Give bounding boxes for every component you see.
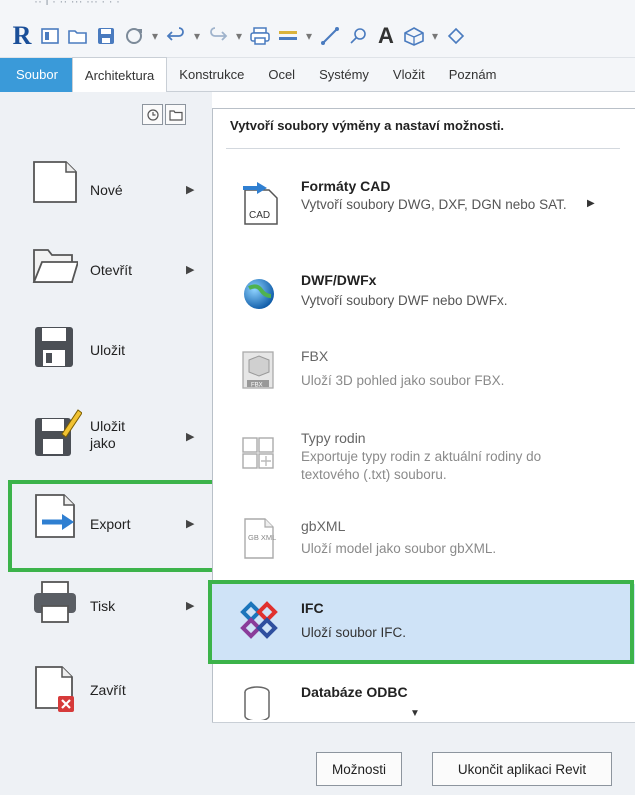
3d-view-icon[interactable]: [402, 24, 426, 48]
save-disk-icon: [32, 324, 78, 376]
revit-logo-icon[interactable]: R: [10, 21, 34, 50]
dwf-title: DWF/DWFx: [301, 272, 377, 288]
family-types-icon: [239, 434, 279, 474]
undo-dropdown-icon[interactable]: ▾: [192, 24, 202, 48]
menu-item-new-label: Nové: [90, 182, 123, 198]
menu-item-open-label: Otevřít: [90, 262, 133, 278]
tab-konstrukce[interactable]: Konstrukce: [167, 58, 256, 92]
ifc-highlight-frame: [208, 580, 634, 664]
exit-revit-button[interactable]: Ukončit aplikaci Revit: [432, 752, 612, 786]
section-icon[interactable]: [444, 24, 468, 48]
gbxml-file-icon: GB XML: [239, 516, 279, 559]
menu-item-save-as[interactable]: Uložit jako ▶: [0, 394, 212, 476]
submenu-item-dwf[interactable]: DWF/DWFx Vytvoří soubory DWF nebo DWFx.: [213, 260, 633, 330]
recent-documents-toggle: [142, 104, 186, 125]
chevron-right-icon: ▶: [186, 264, 195, 276]
fbx-title: FBX: [301, 348, 329, 364]
save-as-icon: [32, 406, 83, 458]
text-icon[interactable]: A: [374, 23, 398, 48]
fbx-icon-text: FBX: [251, 383, 263, 389]
new-document-icon: [32, 160, 78, 212]
home-icon[interactable]: [38, 24, 62, 48]
fbx-desc: Uloží 3D pohled jako soubor FBX.: [301, 373, 505, 388]
chevron-right-icon: ▶: [186, 600, 195, 612]
submenu-item-odbc[interactable]: Databáze ODBC: [213, 672, 633, 720]
menu-item-save[interactable]: Uložit: [0, 312, 212, 394]
cad-file-icon: CAD: [239, 178, 279, 225]
tag-icon[interactable]: [346, 24, 370, 48]
measure-dropdown-icon[interactable]: ▾: [304, 24, 314, 48]
recent-documents-icon[interactable]: [142, 104, 163, 125]
gbxml-desc: Uloží model jako soubor gbXML.: [301, 541, 497, 556]
tab-vlozit[interactable]: Vložit: [381, 58, 437, 92]
menu-item-save-as-label: Uložit jako: [90, 418, 126, 451]
gbxml-title: gbXML: [301, 518, 346, 534]
ribbon-tabs: Soubor Architektura Konstrukce Ocel Syst…: [0, 56, 635, 93]
fbx-file-icon: FBX: [239, 348, 279, 389]
tab-ocel[interactable]: Ocel: [256, 58, 307, 92]
menu-item-print-label: Tisk: [90, 598, 116, 614]
chevron-right-icon: ▶: [587, 198, 595, 209]
export-highlight-frame: [8, 480, 218, 572]
aligned-dimension-icon[interactable]: [318, 24, 342, 48]
submenu-item-family-types[interactable]: Typy rodin Exportuje typy rodin z aktuál…: [213, 420, 633, 496]
printer-icon: [32, 580, 78, 632]
open-documents-icon[interactable]: [165, 104, 186, 125]
dwf-globe-icon: [239, 274, 279, 314]
family-types-title: Typy rodin: [301, 430, 366, 446]
window-title-text: ·· I · ·· ··· ··· · · ·: [34, 0, 120, 8]
tab-architektura[interactable]: Architektura: [71, 56, 168, 93]
cad-icon-text: CAD: [249, 210, 270, 221]
open-folder-icon[interactable]: [66, 24, 90, 48]
submenu-item-gbxml[interactable]: GB XML gbXML Uloží model jako soubor gbX…: [213, 506, 633, 578]
menu-item-new[interactable]: Nové ▶: [0, 148, 212, 230]
family-types-desc: Exportuje typy rodin z aktuální rodiny d…: [301, 449, 542, 482]
dwf-desc: Vytvoří soubory DWF nebo DWFx.: [301, 293, 508, 308]
menu-item-close-label: Zavřít: [90, 682, 126, 698]
print-icon[interactable]: [248, 24, 272, 48]
options-button[interactable]: Možnosti: [316, 752, 402, 786]
cad-formats-desc: Vytvoří soubory DWG, DXF, DGN nebo SAT.: [301, 197, 567, 212]
odbc-title: Databáze ODBC: [301, 684, 408, 700]
submenu-item-cad-formats[interactable]: CAD Formáty CAD Vytvoří soubory DWG, DXF…: [213, 168, 633, 248]
window-title-fragment: ·· I · ·· ··· ··· · · ·: [0, 0, 635, 14]
submenu-divider: [226, 148, 620, 149]
sync-icon[interactable]: [122, 24, 146, 48]
save-icon[interactable]: [94, 24, 118, 48]
open-folder-icon: [32, 242, 80, 294]
menu-item-print[interactable]: Tisk ▶: [0, 568, 212, 650]
gbxml-icon-text: GB XML: [248, 533, 276, 542]
3d-view-dropdown-icon[interactable]: ▾: [430, 24, 440, 48]
tab-poznamky[interactable]: Poznám: [437, 58, 509, 92]
submenu-item-fbx[interactable]: FBX FBX Uloží 3D pohled jako soubor FBX.: [213, 338, 633, 408]
menu-item-close[interactable]: Zavřít: [0, 652, 212, 734]
tab-systemy[interactable]: Systémy: [307, 58, 381, 92]
measure-icon[interactable]: [276, 24, 300, 48]
chevron-right-icon: ▶: [186, 184, 195, 196]
redo-icon[interactable]: [206, 24, 230, 48]
database-icon: [239, 684, 279, 720]
scroll-down-icon[interactable]: ▼: [410, 708, 420, 719]
chevron-right-icon: ▶: [186, 431, 195, 443]
menu-item-save-label: Uložit: [90, 342, 126, 358]
close-document-icon: [32, 664, 78, 716]
tab-soubor[interactable]: Soubor: [0, 57, 72, 92]
menu-item-open[interactable]: Otevřít ▶: [0, 230, 212, 312]
quick-access-toolbar: R ▾ ▾ ▾ ▾ A ▾: [0, 14, 635, 58]
redo-dropdown-icon[interactable]: ▾: [234, 24, 244, 48]
undo-icon[interactable]: [164, 24, 188, 48]
cad-formats-title: Formáty CAD: [301, 178, 391, 194]
sync-dropdown-icon[interactable]: ▾: [150, 24, 160, 48]
submenu-header: Vytvoří soubory výměny a nastaví možnost…: [230, 118, 505, 133]
